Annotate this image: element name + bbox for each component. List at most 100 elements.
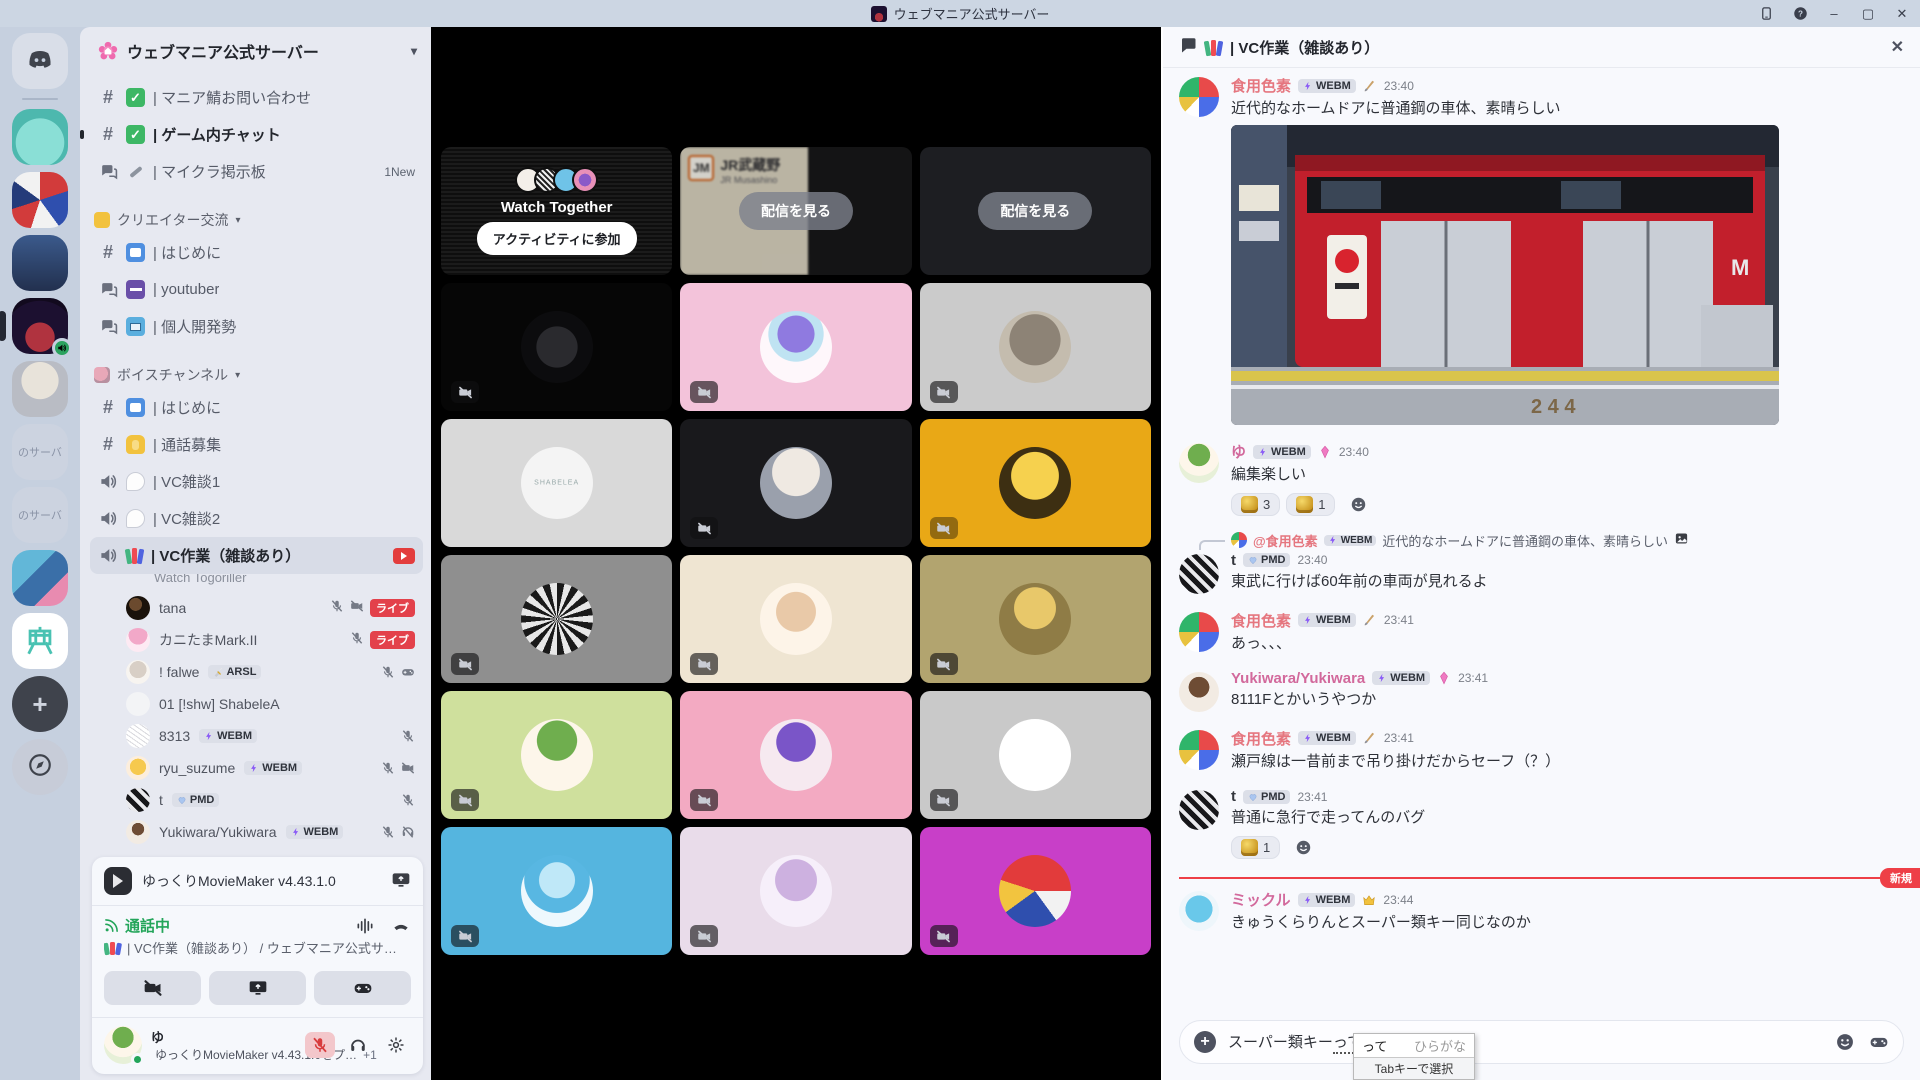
- user-tile[interactable]: [441, 283, 672, 411]
- avatar[interactable]: [104, 1026, 142, 1064]
- ime-candidate[interactable]: って: [1362, 1036, 1387, 1055]
- attach-plus-button[interactable]: +: [1194, 1031, 1216, 1053]
- message-author[interactable]: Yukiwara/Yukiwara: [1231, 670, 1365, 687]
- user-tile[interactable]: [680, 691, 911, 819]
- voice-member-01-shw[interactable]: 01 [!shw] ShabeleA: [90, 688, 423, 720]
- call-channel-path[interactable]: | VC作業（雑談あり） / ウェブマニア公式サ…: [127, 938, 397, 957]
- reply-context[interactable]: @食用色素 WEBM 近代的なホームドアに普通鋼の車体、素晴らしい: [1231, 531, 1689, 550]
- server-icon-blue-art[interactable]: [12, 550, 68, 606]
- user-tile[interactable]: [920, 419, 1151, 547]
- user-tile[interactable]: [920, 827, 1151, 955]
- voice-channel-vc-zatsudan-2[interactable]: | VC雑談2: [90, 500, 423, 537]
- message-author[interactable]: 食用色素: [1231, 75, 1291, 96]
- add-server-button[interactable]: +: [12, 676, 68, 732]
- user-tile[interactable]: [680, 419, 911, 547]
- user-tile[interactable]: [441, 827, 672, 955]
- message[interactable]: t PMD 23:41 普通に急行で走ってんのバグ 1: [1179, 788, 1904, 859]
- voice-activity-icon[interactable]: [355, 916, 375, 936]
- voice-member-ryu-suzume[interactable]: ryu_suzume WEBM: [90, 752, 423, 784]
- reaction-pill[interactable]: 3: [1231, 493, 1280, 516]
- message[interactable]: Yukiwara/Yukiwara WEBM 23:41 8111Fとかいうやつ…: [1179, 670, 1904, 712]
- discord-home-button[interactable]: [12, 33, 68, 89]
- add-reaction-button[interactable]: [1341, 493, 1375, 517]
- maximize-button[interactable]: ▢: [1860, 6, 1876, 22]
- voice-member-kanitama[interactable]: カニたまMark.II ライブ: [90, 624, 423, 656]
- activities-button[interactable]: [314, 971, 411, 1005]
- voice-member-yukiwara[interactable]: Yukiwara/Yukiwara WEBM: [90, 816, 423, 848]
- user-tile[interactable]: [441, 555, 672, 683]
- message[interactable]: 食用色素 WEBM 23:41 あっ、、、: [1179, 610, 1904, 654]
- user-panel[interactable]: ゆ ゆっくりMovieMaker v4.43.1.0をプ…+1: [92, 1018, 423, 1074]
- stream-tile-1[interactable]: JM JR武蔵野JR Musashino 配信を見る: [680, 147, 911, 275]
- reaction-pill[interactable]: 1: [1286, 493, 1335, 516]
- message-author[interactable]: t: [1231, 788, 1236, 805]
- channel-call-recruit[interactable]: # | 通話募集: [90, 426, 423, 463]
- emoji-picker-icon[interactable]: [1835, 1032, 1855, 1052]
- stream-tile-2[interactable]: 配信を見る: [920, 147, 1151, 275]
- message-author[interactable]: 食用色素: [1231, 610, 1291, 631]
- deafen-button[interactable]: [343, 1032, 373, 1058]
- user-tile[interactable]: [920, 283, 1151, 411]
- channel-mania-contact[interactable]: # ✓ | マニア鯖お問い合わせ: [90, 79, 423, 116]
- mute-button[interactable]: [305, 1032, 335, 1058]
- user-tile[interactable]: [920, 691, 1151, 819]
- settings-gear-button[interactable]: [381, 1032, 411, 1058]
- message-author[interactable]: t: [1231, 552, 1236, 569]
- server-header[interactable]: ウェブマニア公式サーバー ▾: [80, 27, 431, 75]
- minimize-button[interactable]: –: [1826, 6, 1842, 22]
- category-creator-exchange[interactable]: クリエイター交流 ▾: [90, 206, 423, 234]
- gif-game-icon[interactable]: [1869, 1032, 1889, 1052]
- server-icon-label-2[interactable]: のサーバ: [12, 487, 68, 543]
- avatar[interactable]: [1179, 891, 1219, 931]
- user-tile[interactable]: SHABELEA: [441, 419, 672, 547]
- channel-minecraft-board[interactable]: | マイクラ掲示板 1New: [90, 153, 423, 190]
- avatar[interactable]: [1179, 730, 1219, 770]
- server-icon-news[interactable]: [12, 235, 68, 291]
- avatar[interactable]: [1179, 443, 1219, 483]
- voice-member-t[interactable]: t PMD: [90, 784, 423, 816]
- channel-hajimeni-1[interactable]: # | はじめに: [90, 234, 423, 271]
- server-icon-collage[interactable]: [12, 172, 68, 228]
- user-tile[interactable]: [680, 283, 911, 411]
- server-icon-label-1[interactable]: のサーバ: [12, 424, 68, 480]
- share-activity-button[interactable]: [391, 870, 411, 893]
- channel-youtuber[interactable]: | youtuber: [90, 271, 423, 308]
- channel-game-chat[interactable]: # ✓ | ゲーム内チャット: [90, 116, 423, 153]
- message-author[interactable]: ゆ: [1231, 441, 1246, 462]
- reaction-pill[interactable]: 1: [1231, 836, 1280, 859]
- user-tile[interactable]: [680, 827, 911, 955]
- close-window-button[interactable]: ✕: [1894, 6, 1910, 22]
- help-icon[interactable]: [1792, 6, 1808, 22]
- server-icon-webmania[interactable]: [12, 298, 68, 354]
- user-tile[interactable]: [680, 555, 911, 683]
- red-train-photo[interactable]: M 2 4 4: [1231, 125, 1779, 425]
- message-author[interactable]: 食用色素: [1231, 728, 1291, 749]
- message[interactable]: 食用色素 WEBM 23:41 瀬戸線は一昔前まで吊り掛けだからセーフ（？）: [1179, 728, 1904, 772]
- watch-stream-button[interactable]: 配信を見る: [978, 192, 1092, 230]
- screenshare-button[interactable]: [209, 971, 306, 1005]
- avatar[interactable]: [1179, 672, 1219, 712]
- avatar[interactable]: [1179, 77, 1219, 117]
- camera-toggle-button[interactable]: [104, 971, 201, 1005]
- watch-stream-button[interactable]: 配信を見る: [739, 192, 853, 230]
- user-tile[interactable]: [441, 691, 672, 819]
- voice-member-falwe[interactable]: ! falwe ARSL: [90, 656, 423, 688]
- server-icon-easel[interactable]: [12, 613, 68, 669]
- voice-member-8313[interactable]: 8313 WEBM: [90, 720, 423, 752]
- message[interactable]: 食用色素 WEBM 23:40 近代的なホームドアに普通鋼の車体、素晴らしい: [1179, 75, 1904, 425]
- server-icon-anime-girl[interactable]: [12, 361, 68, 417]
- category-voice-channels[interactable]: ボイスチャンネル ▾: [90, 361, 423, 389]
- avatar[interactable]: [1179, 612, 1219, 652]
- voice-member-tana[interactable]: tana ライブ: [90, 592, 423, 624]
- user-tile[interactable]: [920, 555, 1151, 683]
- add-reaction-button[interactable]: [1286, 835, 1320, 859]
- avatar[interactable]: [1179, 790, 1219, 830]
- server-icon-teal[interactable]: [12, 109, 68, 165]
- close-icon[interactable]: ✕: [1891, 37, 1904, 57]
- channel-hajimeni-2[interactable]: # | はじめに: [90, 389, 423, 426]
- channel-indie-dev[interactable]: | 個人開発勢: [90, 308, 423, 345]
- join-activity-button[interactable]: アクティビティに参加: [477, 222, 637, 255]
- avatar[interactable]: [1179, 554, 1219, 594]
- message[interactable]: @食用色素 WEBM 近代的なホームドアに普通鋼の車体、素晴らしい t PMD: [1179, 531, 1904, 594]
- voice-channel-vc-zatsudan-1[interactable]: | VC雑談1: [90, 463, 423, 500]
